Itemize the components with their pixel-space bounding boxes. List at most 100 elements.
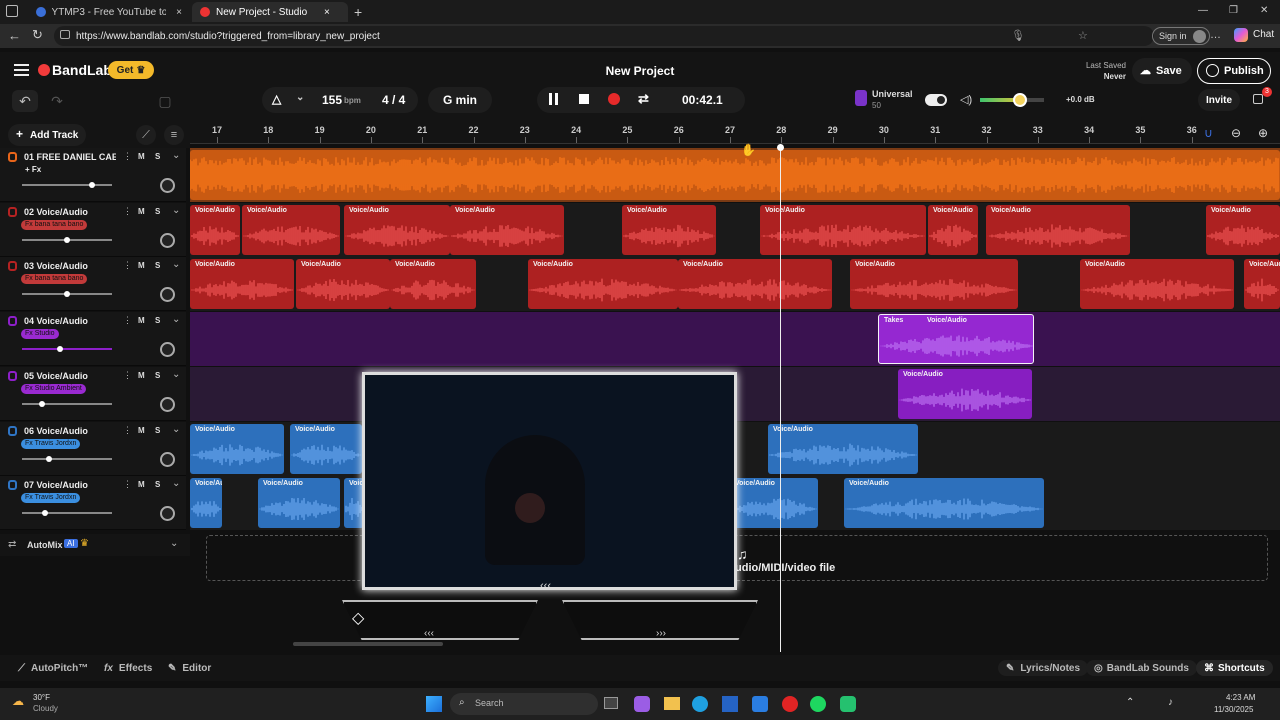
maximize-button[interactable]: ❐ <box>1229 5 1238 16</box>
playhead-handle[interactable] <box>777 144 784 151</box>
audio-clip[interactable]: Voice/Audio <box>844 478 1044 529</box>
pan-knob[interactable] <box>160 506 175 522</box>
editor-button[interactable]: ✎ Editor <box>168 660 211 676</box>
track-fx-tag[interactable]: Fx Travis Jordxn <box>21 438 81 449</box>
mute-button[interactable]: M <box>138 371 145 380</box>
track-lane-04[interactable]: Takes Voice/Audio <box>190 312 1280 367</box>
loop-icon[interactable]: ⇄ <box>638 91 649 107</box>
audio-clip[interactable]: Voice/Audio <box>1206 204 1280 255</box>
track-options-icon[interactable]: ⋮ <box>123 425 132 436</box>
metronome-icon[interactable]: △ <box>272 92 281 106</box>
track-volume-slider[interactable] <box>22 510 112 517</box>
pan-knob[interactable] <box>160 178 175 193</box>
timeline-ruler[interactable]: 17 18 19 20 21 22 23 24 25 26 27 28 29 30 31 32 33 34 35 36 <box>190 122 1280 144</box>
track-name[interactable]: 02 Voice/Audio <box>24 207 116 217</box>
microphone-icon[interactable] <box>8 261 17 272</box>
audio-clip[interactable]: Voice/Audio <box>390 259 476 310</box>
autopitch-button[interactable]: ⟋ AutoPitch™ <box>18 660 88 676</box>
audio-clip[interactable]: Voice/Audio <box>768 423 918 474</box>
mute-button[interactable]: M <box>138 316 145 325</box>
audio-clip[interactable]: Voice/Audio <box>344 478 364 529</box>
chat-button[interactable]: Chat <box>1253 29 1274 40</box>
microphone-icon[interactable] <box>8 316 17 327</box>
solo-button[interactable]: S <box>155 480 160 489</box>
publish-button[interactable]: Publish <box>1197 58 1271 84</box>
browser-tab-ytmp3[interactable]: YTMP3 - Free YouTube to MP3 Co × <box>28 2 190 22</box>
volume-knob[interactable] <box>64 291 70 298</box>
favorite-star-icon[interactable]: ☆ <box>1078 29 1088 42</box>
add-track-button[interactable]: + Add Track <box>8 124 86 146</box>
chevron-down-icon[interactable]: ⌄ <box>172 369 180 380</box>
chevron-down-icon[interactable]: ⌄ <box>172 314 180 325</box>
effects-button[interactable]: fx Effects <box>104 660 152 676</box>
track-options-icon[interactable]: ⋮ <box>123 260 132 271</box>
hamburger-menu-icon[interactable] <box>14 64 29 76</box>
track-volume-slider[interactable] <box>22 400 112 407</box>
master-volume-slider[interactable] <box>980 93 1044 107</box>
track-name[interactable]: 07 Voice/Audio <box>24 480 116 490</box>
track-fx-tag[interactable]: Fx Studio <box>21 329 59 340</box>
audio-clip[interactable]: Voice/Audio <box>850 259 1018 310</box>
track-name[interactable]: 04 Voice/Audio <box>24 316 116 326</box>
microphone-icon[interactable] <box>8 480 17 491</box>
audio-clip[interactable]: Voice/Audio <box>622 204 716 255</box>
new-tab-button[interactable]: + <box>354 4 362 20</box>
mute-button[interactable]: M <box>138 207 145 216</box>
track-volume-slider[interactable] <box>22 291 112 298</box>
pan-knob[interactable] <box>160 342 175 358</box>
store-icon[interactable] <box>722 696 738 712</box>
audio-clip[interactable]: Voice/Audio <box>190 259 294 310</box>
audio-clip[interactable]: Takes Voice/Audio <box>878 314 1034 365</box>
track-header-06[interactable]: 06 Voice/Audio Fx Travis Jordxn ⋮ M S ⌄ <box>0 421 186 476</box>
solo-button[interactable]: S <box>155 371 160 380</box>
track-fx-tag[interactable]: Fx bana tana bano <box>21 274 88 285</box>
master-volume-knob[interactable] <box>1012 93 1027 107</box>
horizontal-scrollbar[interactable] <box>293 642 443 646</box>
zoom-in-icon[interactable]: ⊕ <box>1258 126 1268 140</box>
solo-button[interactable]: S <box>155 426 160 435</box>
more-menu-icon[interactable]: … <box>1210 29 1221 41</box>
volume-knob[interactable] <box>64 236 70 243</box>
track-lane-01[interactable] <box>190 148 1280 202</box>
automix-row[interactable]: ⇄ AutoMix AI ♛ ⌄ <box>0 534 190 556</box>
project-title[interactable]: New Project <box>540 64 740 78</box>
solo-button[interactable]: S <box>155 152 160 161</box>
volume-knob[interactable] <box>42 510 49 517</box>
track-header-05[interactable]: 05 Voice/Audio Fx Studio Ambient ⋮ M S ⌄ <box>0 366 186 421</box>
spotify-icon[interactable] <box>810 696 826 712</box>
track-name[interactable]: 01 FREE DANIEL CAES... <box>24 152 116 162</box>
audio-clip[interactable]: Voice/Audio <box>928 204 978 255</box>
time-signature[interactable]: 4 / 4 <box>382 93 405 107</box>
volume-icon[interactable]: ♪ <box>1168 697 1173 708</box>
stop-icon[interactable] <box>579 94 589 104</box>
chevron-down-icon[interactable]: ⌄ <box>296 92 304 103</box>
tab-actions-icon[interactable] <box>6 5 18 17</box>
url-field[interactable]: https://www.bandlab.com/studio?triggered… <box>54 26 1154 46</box>
pan-knob[interactable] <box>160 232 175 248</box>
audio-clip[interactable]: Voice/Audio <box>1244 259 1280 310</box>
track-header-07[interactable]: 07 Voice/Audio Fx Travis Jordxn ⋮ M S ⌄ <box>0 476 186 531</box>
redo-icon[interactable]: ↷ <box>44 90 70 112</box>
audio-clip[interactable]: Voice/Audio <box>296 259 390 310</box>
audio-clip[interactable]: Voice/Audio <box>258 478 340 529</box>
reload-icon[interactable]: ↻ <box>32 27 43 43</box>
speaker-icon[interactable]: ◁) <box>960 93 972 106</box>
instrument-icon[interactable] <box>855 90 867 106</box>
microphone-icon[interactable] <box>8 206 17 217</box>
pan-knob[interactable] <box>160 396 175 412</box>
track-header-04[interactable]: 04 Voice/Audio Fx Studio ⋮ M S ⌄ <box>0 312 186 367</box>
file-explorer-icon[interactable] <box>664 697 680 710</box>
track-fx-tag[interactable]: Fx Studio Ambient <box>21 383 86 394</box>
track-name[interactable]: 06 Voice/Audio <box>24 426 116 436</box>
audio-clip[interactable]: Voice/Audio <box>528 259 678 310</box>
microphone-icon[interactable] <box>8 152 17 162</box>
chevron-down-icon[interactable]: ⌄ <box>172 424 180 435</box>
audio-clip[interactable]: Voice/Audio <box>730 478 818 529</box>
bandlab-app-icon[interactable] <box>782 696 798 712</box>
track-volume-slider[interactable] <box>22 236 112 243</box>
record-icon[interactable] <box>608 93 620 105</box>
track-options-icon[interactable]: ⋮ <box>123 479 132 490</box>
track-header-02[interactable]: 02 Voice/Audio Fx bana tana bano ⋮ M S ⌄ <box>0 202 186 257</box>
audio-clip[interactable]: Voice/Audio <box>678 259 832 310</box>
solo-button[interactable]: S <box>155 207 160 216</box>
